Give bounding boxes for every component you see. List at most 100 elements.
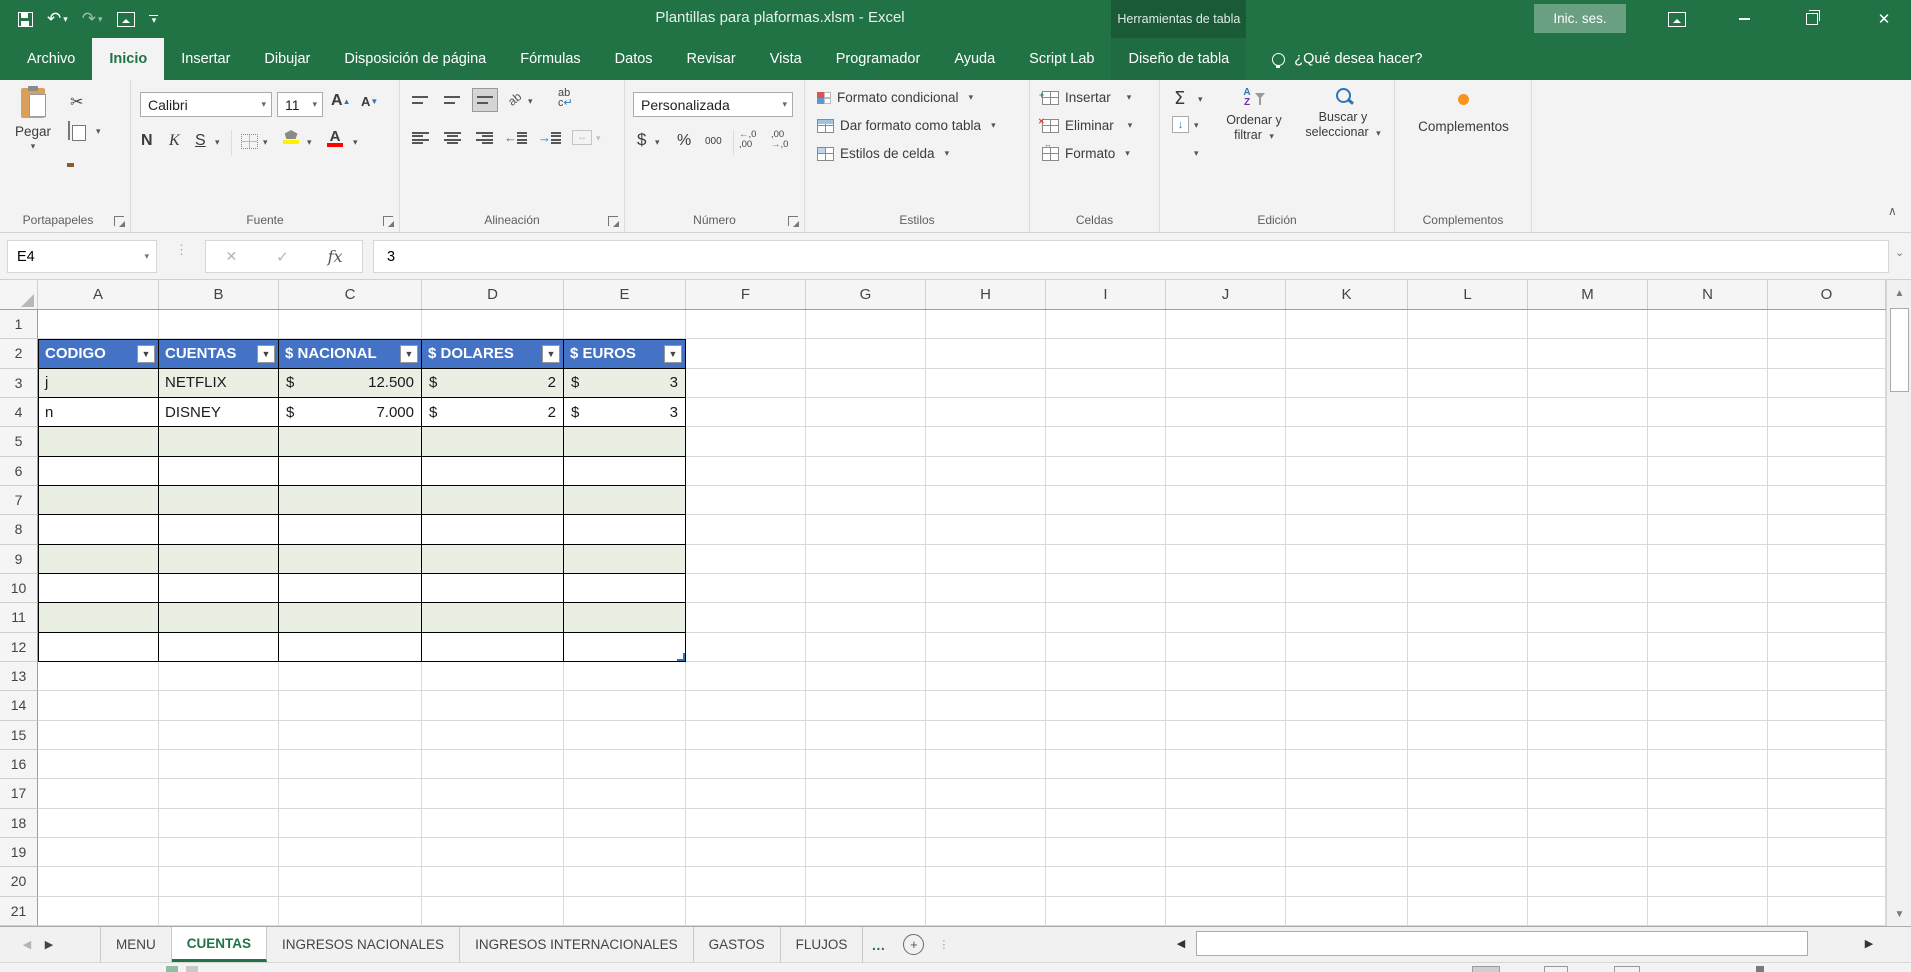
cell-F17[interactable] bbox=[686, 779, 806, 808]
cell-J5[interactable] bbox=[1166, 427, 1286, 456]
cell-F5[interactable] bbox=[686, 427, 806, 456]
cell-L2[interactable] bbox=[1408, 339, 1528, 368]
cell-G15[interactable] bbox=[806, 721, 926, 750]
cell-A11[interactable] bbox=[38, 603, 159, 632]
cell-J8[interactable] bbox=[1166, 515, 1286, 544]
cell-F15[interactable] bbox=[686, 721, 806, 750]
cell-K8[interactable] bbox=[1286, 515, 1408, 544]
sheet-tab-flujos[interactable]: FLUJOS bbox=[781, 927, 864, 962]
minimize-button[interactable] bbox=[1722, 0, 1766, 38]
cell-C9[interactable] bbox=[279, 545, 422, 574]
cell-H6[interactable] bbox=[926, 457, 1046, 486]
number-format-combo[interactable]: Personalizada▾ bbox=[633, 92, 793, 117]
view-normal-button[interactable] bbox=[1472, 966, 1500, 972]
column-header-O[interactable]: O bbox=[1768, 280, 1886, 309]
ribbon-display-options-button[interactable] bbox=[1655, 0, 1699, 38]
cell-M11[interactable] bbox=[1528, 603, 1648, 632]
decrease-indent-icon[interactable]: ← bbox=[504, 130, 517, 145]
sheet-nav-right-icon[interactable]: ▶ bbox=[38, 927, 60, 962]
clear-dropdown[interactable]: ▾ bbox=[1194, 148, 1199, 159]
cell-J13[interactable] bbox=[1166, 662, 1286, 691]
cell-B16[interactable] bbox=[159, 750, 279, 779]
cell-J15[interactable] bbox=[1166, 721, 1286, 750]
undo-icon[interactable]: ↶▾ bbox=[47, 9, 68, 29]
column-header-M[interactable]: M bbox=[1528, 280, 1648, 309]
cell-H8[interactable] bbox=[926, 515, 1046, 544]
cell-B11[interactable] bbox=[159, 603, 279, 632]
select-all-corner[interactable] bbox=[0, 280, 38, 309]
cell-E18[interactable] bbox=[564, 809, 686, 838]
cell-M4[interactable] bbox=[1528, 398, 1648, 427]
cell-D12[interactable] bbox=[422, 633, 564, 662]
cell-G21[interactable] bbox=[806, 897, 926, 926]
cell-B13[interactable] bbox=[159, 662, 279, 691]
cell-G16[interactable] bbox=[806, 750, 926, 779]
row-header-7[interactable]: 7 bbox=[0, 486, 38, 515]
cell-I2[interactable] bbox=[1046, 339, 1166, 368]
cell-A9[interactable] bbox=[38, 545, 159, 574]
cell-E14[interactable] bbox=[564, 691, 686, 720]
fill-color-icon[interactable] bbox=[283, 130, 299, 144]
save-icon[interactable] bbox=[18, 12, 33, 27]
filter-button-EUROS[interactable]: ▼ bbox=[664, 345, 682, 363]
cell-N13[interactable] bbox=[1648, 662, 1768, 691]
sheet-tab-ingresos-internacionales[interactable]: INGRESOS INTERNACIONALES bbox=[460, 927, 694, 962]
cell-E12[interactable] bbox=[564, 633, 686, 662]
row-header-1[interactable]: 1 bbox=[0, 310, 38, 339]
cell-I18[interactable] bbox=[1046, 809, 1166, 838]
cell-J1[interactable] bbox=[1166, 310, 1286, 339]
cell-E16[interactable] bbox=[564, 750, 686, 779]
cell-L8[interactable] bbox=[1408, 515, 1528, 544]
cell-B17[interactable] bbox=[159, 779, 279, 808]
cell-F20[interactable] bbox=[686, 867, 806, 896]
cell-A8[interactable] bbox=[38, 515, 159, 544]
cell-L1[interactable] bbox=[1408, 310, 1528, 339]
cell-J18[interactable] bbox=[1166, 809, 1286, 838]
cell-H21[interactable] bbox=[926, 897, 1046, 926]
column-header-F[interactable]: F bbox=[686, 280, 806, 309]
align-top-icon[interactable] bbox=[412, 96, 428, 104]
align-right-icon[interactable] bbox=[476, 132, 493, 144]
cell-styles-button[interactable]: Estilos de celda▾ bbox=[817, 146, 949, 161]
cell-E3[interactable]: $3 bbox=[564, 369, 686, 398]
cell-C15[interactable] bbox=[279, 721, 422, 750]
cell-M6[interactable] bbox=[1528, 457, 1648, 486]
cell-A4[interactable]: n bbox=[38, 398, 159, 427]
underline-button[interactable]: S bbox=[195, 132, 206, 150]
fill-button[interactable]: ↓ bbox=[1172, 116, 1189, 133]
cell-D3[interactable]: $2 bbox=[422, 369, 564, 398]
column-header-G[interactable]: G bbox=[806, 280, 926, 309]
cell-A13[interactable] bbox=[38, 662, 159, 691]
cell-C13[interactable] bbox=[279, 662, 422, 691]
ribbon-tab-ayuda[interactable]: Ayuda bbox=[937, 38, 1012, 80]
cell-G13[interactable] bbox=[806, 662, 926, 691]
cell-K5[interactable] bbox=[1286, 427, 1408, 456]
cell-F7[interactable] bbox=[686, 486, 806, 515]
cell-L10[interactable] bbox=[1408, 574, 1528, 603]
cell-C20[interactable] bbox=[279, 867, 422, 896]
cell-M3[interactable] bbox=[1528, 369, 1648, 398]
cell-F9[interactable] bbox=[686, 545, 806, 574]
cell-E1[interactable] bbox=[564, 310, 686, 339]
cell-L5[interactable] bbox=[1408, 427, 1528, 456]
increase-decimal-button[interactable]: ←,0,00 bbox=[739, 130, 756, 150]
cell-K20[interactable] bbox=[1286, 867, 1408, 896]
cell-F13[interactable] bbox=[686, 662, 806, 691]
fill-dropdown[interactable]: ▾ bbox=[1194, 120, 1199, 131]
column-header-C[interactable]: C bbox=[279, 280, 422, 309]
cell-I1[interactable] bbox=[1046, 310, 1166, 339]
cell-J2[interactable] bbox=[1166, 339, 1286, 368]
cell-D20[interactable] bbox=[422, 867, 564, 896]
cell-E6[interactable] bbox=[564, 457, 686, 486]
cell-K17[interactable] bbox=[1286, 779, 1408, 808]
cell-I9[interactable] bbox=[1046, 545, 1166, 574]
filter-button-CODIGO[interactable]: ▼ bbox=[137, 345, 155, 363]
sign-in-button[interactable]: Inic. ses. bbox=[1534, 4, 1626, 33]
view-page-layout-button[interactable] bbox=[1544, 966, 1568, 972]
cell-M10[interactable] bbox=[1528, 574, 1648, 603]
cell-A21[interactable] bbox=[38, 897, 159, 926]
cell-H13[interactable] bbox=[926, 662, 1046, 691]
cell-I16[interactable] bbox=[1046, 750, 1166, 779]
cell-C6[interactable] bbox=[279, 457, 422, 486]
alineacion-dialog-launcher[interactable] bbox=[608, 216, 618, 226]
